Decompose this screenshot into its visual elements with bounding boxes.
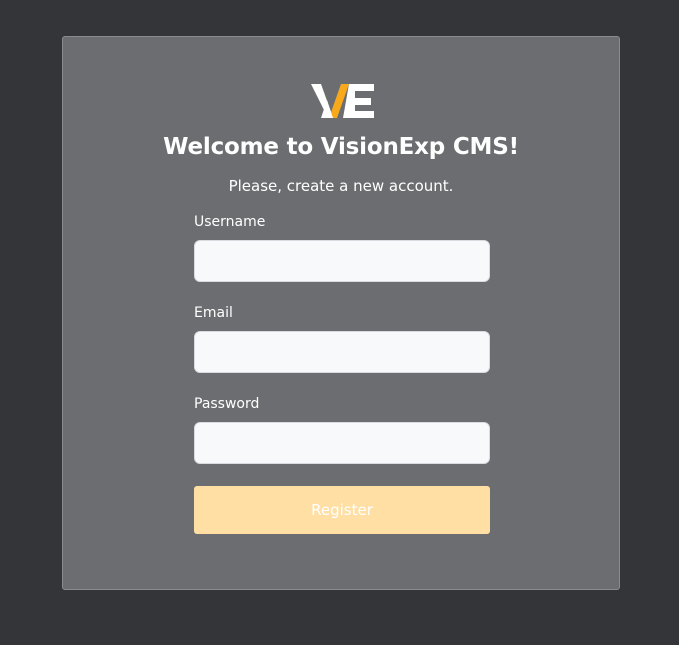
username-input[interactable] xyxy=(194,240,490,282)
username-label: Username xyxy=(194,214,266,230)
page-title: Welcome to VisionExp CMS! xyxy=(163,134,519,160)
password-label: Password xyxy=(194,396,260,412)
email-label: Email xyxy=(194,305,233,321)
page-subtitle: Please, create a new account. xyxy=(228,177,454,195)
registration-card: Welcome to VisionExp CMS! Please, create… xyxy=(62,36,620,590)
email-input[interactable] xyxy=(194,331,490,373)
register-button[interactable]: Register xyxy=(194,486,490,534)
registration-form: Username Email Password Register xyxy=(194,213,490,534)
password-input[interactable] xyxy=(194,422,490,464)
visionexp-logo-icon xyxy=(311,84,374,118)
